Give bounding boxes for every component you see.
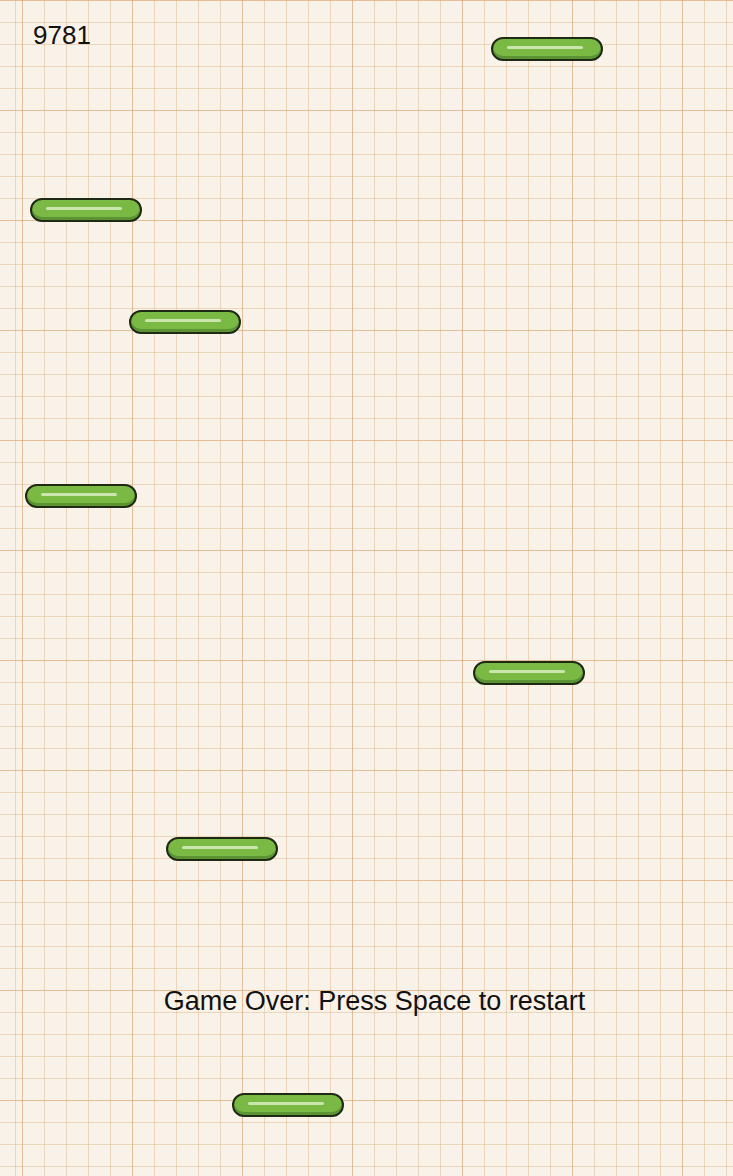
score-counter: 9781 [33,20,91,51]
platform [25,484,137,508]
platform [491,37,603,61]
platform [30,198,142,222]
game-over-message: Game Over: Press Space to restart [0,984,733,1019]
game-canvas[interactable]: 9781 Game Over: Press Space to restart [0,0,733,1176]
platform [129,310,241,334]
platform [232,1093,344,1117]
platform [473,661,585,685]
platform [166,837,278,861]
